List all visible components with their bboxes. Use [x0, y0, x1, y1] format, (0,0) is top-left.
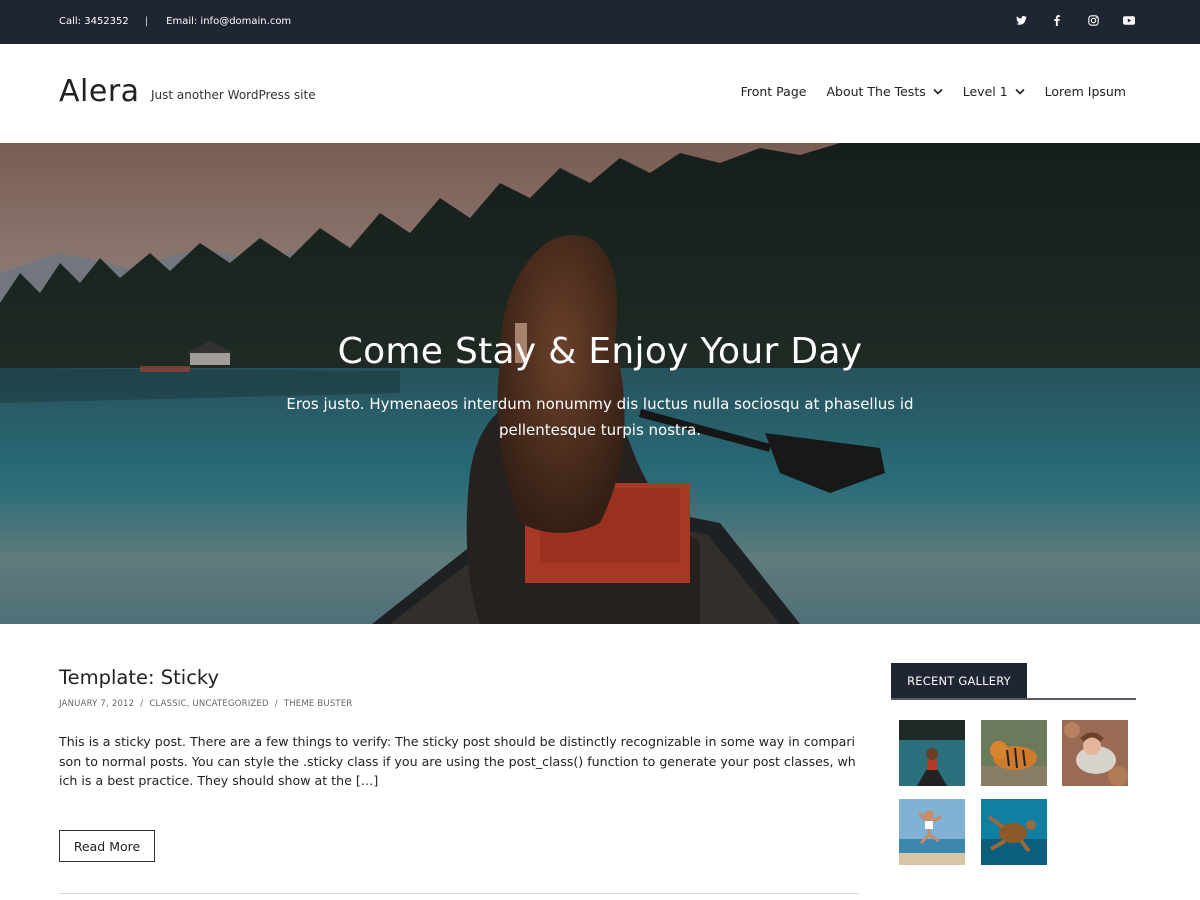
contact-separator: |: [144, 16, 149, 27]
meta-separator: /: [140, 699, 144, 709]
gallery-thumb-tiger[interactable]: [981, 720, 1047, 786]
social-links: [1014, 13, 1136, 27]
gallery-thumb-canoe[interactable]: [899, 720, 965, 786]
nav-item-label: About The Tests: [826, 84, 926, 99]
site-title[interactable]: Alera: [59, 74, 140, 109]
instagram-icon[interactable]: [1086, 13, 1100, 27]
post-excerpt: This is a sticky post. There are a few t…: [59, 734, 856, 788]
nav-item-front-page[interactable]: Front Page: [741, 84, 807, 99]
post-author[interactable]: THEME BUSTER: [284, 699, 353, 709]
nav-item-label: Front Page: [740, 84, 807, 99]
widget-title: RECENT GALLERY: [891, 663, 1027, 699]
site-header: Alera Just another WordPress site Front …: [0, 44, 1200, 143]
top-bar: Call: 3452352 | Email: info@domain.com: [0, 0, 1200, 44]
post-divider: [59, 893, 859, 894]
meta-separator: /: [274, 699, 278, 709]
hero-background-image: [0, 143, 1200, 624]
site-tagline: Just another WordPress site: [151, 88, 316, 102]
nav-item-label: Lorem Ipsum: [1044, 84, 1126, 99]
gallery-thumb-turtle[interactable]: [981, 799, 1047, 865]
nav-item-level-1[interactable]: Level 1: [963, 84, 1025, 99]
facebook-icon[interactable]: [1050, 13, 1064, 27]
youtube-icon[interactable]: [1122, 13, 1136, 27]
widget-title-rule: [891, 698, 1136, 700]
phone-text: Call: 3452352: [59, 16, 129, 27]
twitter-icon[interactable]: [1014, 13, 1028, 27]
post-meta: JANUARY 7, 2012 / CLASSIC, UNCATEGORIZED…: [59, 699, 353, 709]
hero-subtitle: Eros justo. Hymenaeos interdum nonummy d…: [286, 395, 914, 439]
email-text: Email: info@domain.com: [166, 16, 292, 27]
chevron-down-icon: [933, 88, 943, 95]
gallery-thumb-beach[interactable]: [899, 799, 965, 865]
nav-item-label: Level 1: [962, 84, 1008, 99]
hero-banner: Come Stay & Enjoy Your Day Eros justo. H…: [0, 143, 1200, 624]
read-more-button[interactable]: Read More: [59, 830, 155, 862]
post-date[interactable]: JANUARY 7, 2012: [59, 699, 134, 709]
main-navigation: Front Page About The Tests Level 1 Lorem…: [721, 84, 1126, 99]
nav-item-about-the-tests[interactable]: About The Tests: [826, 84, 943, 99]
nav-item-lorem-ipsum[interactable]: Lorem Ipsum: [1045, 84, 1126, 99]
gallery-thumb-woman[interactable]: [1062, 720, 1128, 786]
post-title[interactable]: Template: Sticky: [59, 666, 219, 689]
contact-info: Call: 3452352 | Email: info@domain.com: [59, 16, 291, 27]
post-categories[interactable]: CLASSIC, UNCATEGORIZED: [149, 699, 268, 709]
hero-title: Come Stay & Enjoy Your Day: [337, 331, 863, 372]
chevron-down-icon: [1015, 88, 1025, 95]
